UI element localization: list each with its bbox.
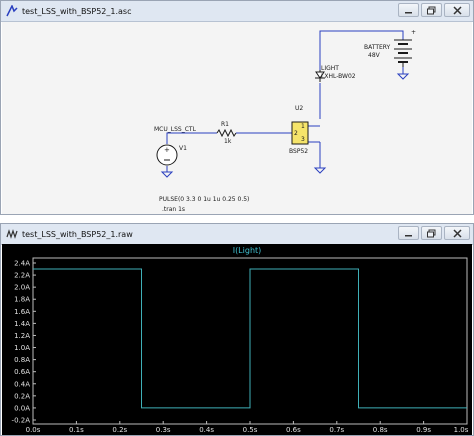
y-tick-label: 1.2A	[14, 332, 30, 340]
tran-directive[interactable]: .tran 1s	[162, 206, 185, 213]
x-tick-label: 0.9s	[416, 426, 431, 434]
x-tick-label: 0.3s	[156, 426, 171, 434]
schematic-title: test_LSS_with_BSP52_1.asc	[22, 6, 132, 16]
waveform-window: test_LSS_with_BSP52_1.raw I(Light) 2.4A 2…	[0, 223, 474, 436]
u2-pin1: 1	[301, 123, 305, 130]
svg-text:+: +	[164, 146, 170, 154]
minimize-button[interactable]	[398, 3, 419, 17]
x-tick-label: 0.7s	[329, 426, 344, 434]
canvas-background	[2, 22, 472, 214]
schematic-canvas[interactable]: + BATTERY 48V LIGHT LXHL-BW02 MCU_LSS_CT…	[2, 22, 472, 214]
x-tick-label: 0.5s	[243, 426, 258, 434]
v1-name: V1	[179, 145, 187, 152]
waveform-title: test_LSS_with_BSP52_1.raw	[22, 229, 133, 239]
waveform-plot[interactable]: I(Light) 2.4A 2.2A 2.0A 1.8A 1.6A 1.4A 1.2A 1.0…	[2, 244, 472, 435]
y-tick-label: 2.4A	[14, 260, 30, 268]
waveform-app-icon	[6, 229, 18, 239]
voltage-source-v1[interactable]: +	[156, 144, 178, 166]
u2-pin3: 3	[301, 136, 305, 143]
u2-part: BSP52	[289, 148, 308, 155]
close-button[interactable]	[444, 3, 470, 17]
y-tick-label: 2.0A	[14, 284, 30, 292]
close-icon	[452, 228, 462, 238]
y-tick-label: 1.8A	[14, 296, 30, 304]
y-tick-label: 1.6A	[14, 308, 30, 316]
pulse-directive[interactable]: PULSE(0 3.3 0 1u 1u 0.25 0.5)	[159, 196, 249, 203]
minimize-icon	[405, 234, 412, 236]
y-tick-label: 1.4A	[14, 320, 30, 328]
plot-background	[2, 244, 472, 435]
waveform-titlebar[interactable]: test_LSS_with_BSP52_1.raw	[1, 224, 473, 245]
y-tick-label: -0.2A	[12, 417, 31, 425]
x-tick-label: 0.8s	[373, 426, 388, 434]
minimize-icon	[405, 11, 412, 13]
schematic-titlebar[interactable]: test_LSS_with_BSP52_1.asc	[1, 1, 473, 22]
restore-button[interactable]	[421, 226, 442, 240]
svg-text:+: +	[411, 29, 416, 36]
y-tick-label: 0.8A	[14, 356, 30, 364]
x-tick-label: 1.0s	[454, 426, 469, 434]
r1-name: R1	[221, 121, 229, 128]
x-tick-label: 0.6s	[286, 426, 301, 434]
x-tick-label: 0.1s	[69, 426, 84, 434]
net-label: MCU_LSS_CTL	[154, 126, 197, 133]
light-name: LIGHT	[321, 65, 339, 72]
u2-name: U2	[295, 105, 303, 112]
x-tick-label: 0.0s	[26, 426, 41, 434]
y-tick-label: 0.4A	[14, 380, 30, 388]
y-tick-label: 0.2A	[14, 392, 30, 400]
ltspice-app-icon	[6, 5, 18, 17]
y-tick-label: 2.2A	[14, 272, 30, 280]
restore-button[interactable]	[421, 3, 442, 17]
u2-pin2: 2	[294, 130, 298, 137]
y-tick-label: 0.6A	[14, 368, 30, 376]
schematic-window: test_LSS_with_BSP52_1.asc + BATTERY 48V …	[0, 0, 474, 215]
y-tick-label: 0.0A	[14, 404, 30, 412]
light-part: LXHL-BW02	[321, 73, 356, 80]
close-icon	[452, 5, 462, 15]
battery-value: 48V	[368, 52, 381, 59]
battery-name: BATTERY	[364, 44, 391, 51]
restore-icon	[426, 6, 435, 14]
trace-label[interactable]: I(Light)	[233, 246, 262, 255]
r1-value: 1k	[224, 138, 232, 145]
restore-icon	[426, 229, 435, 237]
x-tick-label: 0.2s	[112, 426, 127, 434]
x-tick-label: 0.4s	[199, 426, 214, 434]
close-button[interactable]	[444, 226, 470, 240]
y-tick-label: 1.0A	[14, 344, 30, 352]
minimize-button[interactable]	[398, 226, 419, 240]
